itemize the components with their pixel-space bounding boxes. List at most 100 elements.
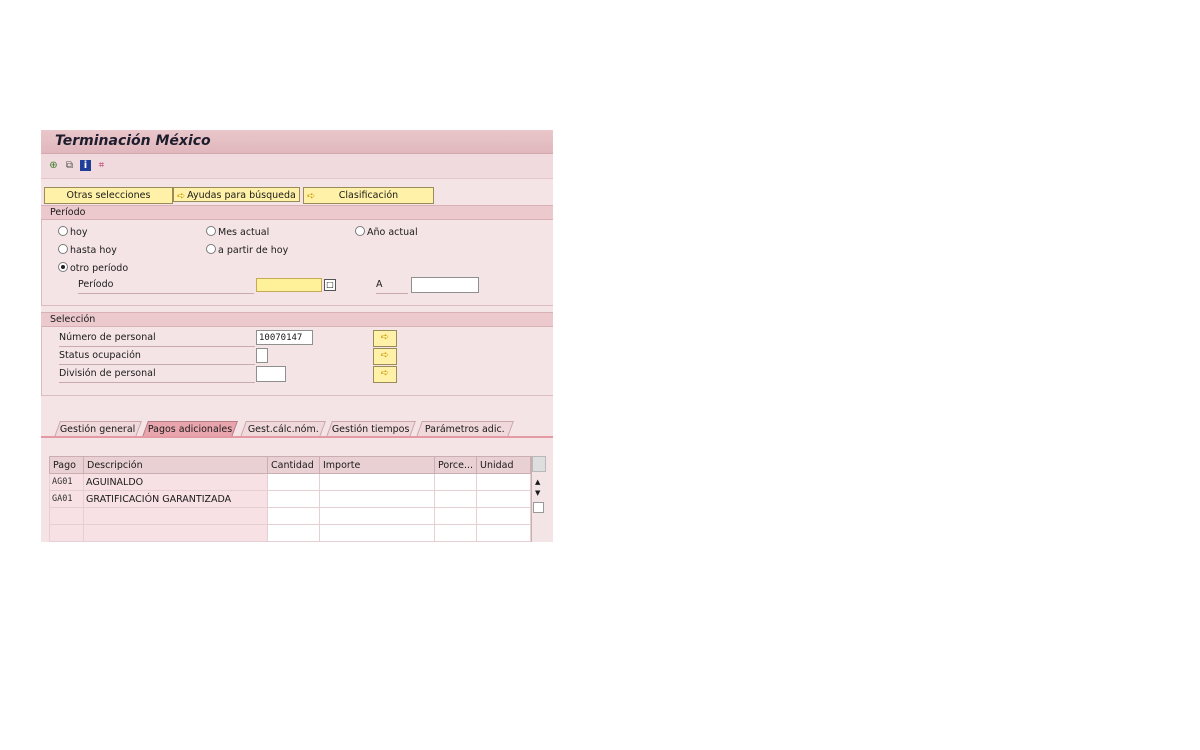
seleccion-header-label: Selección — [50, 314, 96, 325]
tab-gestion-general[interactable]: Gestión general — [54, 421, 142, 437]
periodo-from-input[interactable] — [256, 278, 322, 292]
cell-pago[interactable] — [49, 524, 84, 542]
ayudas-busqueda-button[interactable]: ➪ Ayudas para búsqueda — [173, 187, 300, 202]
col-header-descripcion[interactable]: Descripción — [83, 456, 268, 474]
col-header-cantidad[interactable]: Cantidad — [267, 456, 320, 474]
tab-pagos-adicionales[interactable]: Pagos adicionales — [142, 421, 238, 437]
cell-pago[interactable]: AG01 — [49, 473, 84, 491]
tab-gestion-tiempos[interactable]: Gestión tiempos — [326, 421, 416, 437]
label-underline — [59, 346, 255, 347]
periodo-header-label: Período — [50, 207, 86, 218]
cell-cantidad[interactable] — [267, 507, 320, 525]
col-header-unidad[interactable]: Unidad — [476, 456, 532, 474]
info-icon[interactable]: i — [80, 160, 91, 171]
cell-importe[interactable] — [319, 524, 435, 542]
multiple-selection-icon[interactable]: □ — [324, 279, 336, 291]
cell-cantidad[interactable] — [267, 490, 320, 508]
numero-personal-label: Número de personal — [59, 332, 156, 343]
radio-anio-actual[interactable]: Año actual — [355, 226, 418, 238]
radio-mes-actual-label: Mes actual — [218, 227, 270, 238]
cell-porce[interactable] — [433, 507, 478, 525]
cell-importe[interactable] — [319, 507, 435, 525]
tab-parametros-adic[interactable]: Parámetros adic. — [416, 421, 514, 437]
radio-hasta-hoy[interactable]: hasta hoy — [58, 244, 117, 256]
radio-a-partir-de-hoy[interactable]: a partir de hoy — [206, 244, 288, 256]
sap-window: Terminación México ⊕ ⧉ i ⌗ Otras selecci… — [41, 130, 553, 542]
periodo-to-input[interactable] — [411, 277, 479, 293]
scroll-up-icon[interactable]: ▲ — [535, 478, 540, 486]
cell-unidad[interactable] — [476, 524, 532, 542]
periodo-to-label: A — [376, 279, 383, 290]
scroll-down-icon[interactable]: ▼ — [535, 489, 540, 497]
clasificacion-button[interactable]: ➪ Clasificación — [303, 187, 434, 204]
radio-otro-periodo-label: otro período — [70, 263, 129, 274]
radio-circle-icon — [206, 226, 216, 236]
otras-selecciones-label: Otras selecciones — [66, 190, 151, 201]
cell-importe[interactable] — [319, 473, 435, 491]
label-underline — [59, 382, 255, 383]
status-ocupacion-label: Status ocupación — [59, 350, 141, 361]
pagos-adicionales-panel: Pago Descripción Cantidad Importe Porce.… — [41, 438, 553, 542]
col-header-pago[interactable]: Pago — [49, 456, 84, 474]
radio-hoy[interactable]: hoy — [58, 226, 87, 238]
label-underline — [376, 293, 408, 294]
numero-personal-input[interactable]: 10070147 — [256, 330, 313, 345]
seleccion-group: Número de personal 10070147 ➪ Status ocu… — [41, 327, 553, 396]
cell-unidad[interactable] — [476, 507, 532, 525]
periodo-field-label: Período — [78, 279, 114, 290]
cell-porce[interactable] — [433, 524, 478, 542]
cell-unidad[interactable] — [476, 473, 532, 491]
selection-options-icon[interactable]: ⌗ — [96, 160, 107, 171]
arrow-right-icon: ➪ — [307, 191, 316, 202]
cell-cantidad[interactable] — [267, 524, 320, 542]
save-variant-icon[interactable]: ⧉ — [64, 160, 75, 171]
ayudas-busqueda-label: Ayudas para búsqueda — [187, 190, 296, 201]
cell-unidad[interactable] — [476, 490, 532, 508]
clasificacion-label: Clasificación — [338, 190, 399, 201]
otras-selecciones-button[interactable]: Otras selecciones — [44, 187, 173, 204]
execute-icon[interactable]: ⊕ — [48, 160, 59, 171]
cell-pago[interactable]: GA01 — [49, 490, 84, 508]
cell-descripcion — [83, 524, 268, 542]
radio-circle-icon — [206, 244, 216, 254]
col-header-importe[interactable]: Importe — [319, 456, 435, 474]
title-bar: Terminación México — [41, 130, 553, 154]
multiple-selection-button[interactable]: ➪ — [373, 348, 397, 365]
cell-porce[interactable] — [433, 490, 478, 508]
cell-descripcion — [83, 507, 268, 525]
cell-importe[interactable] — [319, 490, 435, 508]
division-personal-label: División de personal — [59, 368, 156, 379]
arrow-right-icon: ➪ — [177, 191, 186, 202]
tab-label: Gestión tiempos — [331, 424, 410, 435]
table-vertical-scrollbar[interactable]: ▲ ▼ — [531, 456, 546, 542]
radio-otro-periodo[interactable]: otro período — [58, 262, 128, 274]
radio-mes-actual[interactable]: Mes actual — [206, 226, 269, 238]
radio-a-partir-label: a partir de hoy — [218, 245, 289, 256]
scroll-thumb[interactable] — [533, 502, 544, 513]
multiple-selection-button[interactable]: ➪ — [373, 330, 397, 347]
label-underline — [78, 293, 254, 294]
table-row — [49, 524, 532, 542]
radio-circle-icon — [58, 244, 68, 254]
col-header-porce[interactable]: Porce... — [433, 456, 478, 474]
window-title: Terminación México — [55, 133, 211, 149]
tab-gest-calc-nom[interactable]: Gest.cálc.nóm. — [240, 421, 326, 437]
seleccion-group-header: Selección — [41, 312, 553, 327]
cell-porce[interactable] — [433, 473, 478, 491]
column-settings-icon[interactable] — [532, 456, 546, 472]
cell-descripcion: GRATIFICACIÓN GARANTIZADA — [83, 490, 268, 508]
periodo-group: hoy Mes actual Año actual hasta hoy a pa… — [41, 220, 553, 306]
label-underline — [59, 364, 255, 365]
periodo-group-header: Período — [41, 205, 553, 220]
pagos-table: Pago Descripción Cantidad Importe Porce.… — [49, 456, 532, 542]
table-row: AG01 AGUINALDO — [49, 473, 532, 491]
radio-hasta-hoy-label: hasta hoy — [70, 245, 117, 256]
status-ocupacion-input[interactable] — [256, 348, 268, 363]
table-row: GA01 GRATIFICACIÓN GARANTIZADA — [49, 490, 532, 508]
radio-circle-icon — [58, 226, 68, 236]
division-personal-input[interactable] — [256, 366, 286, 382]
application-toolbar: ⊕ ⧉ i ⌗ — [41, 154, 553, 179]
multiple-selection-button[interactable]: ➪ — [373, 366, 397, 383]
cell-cantidad[interactable] — [267, 473, 320, 491]
cell-pago[interactable] — [49, 507, 84, 525]
